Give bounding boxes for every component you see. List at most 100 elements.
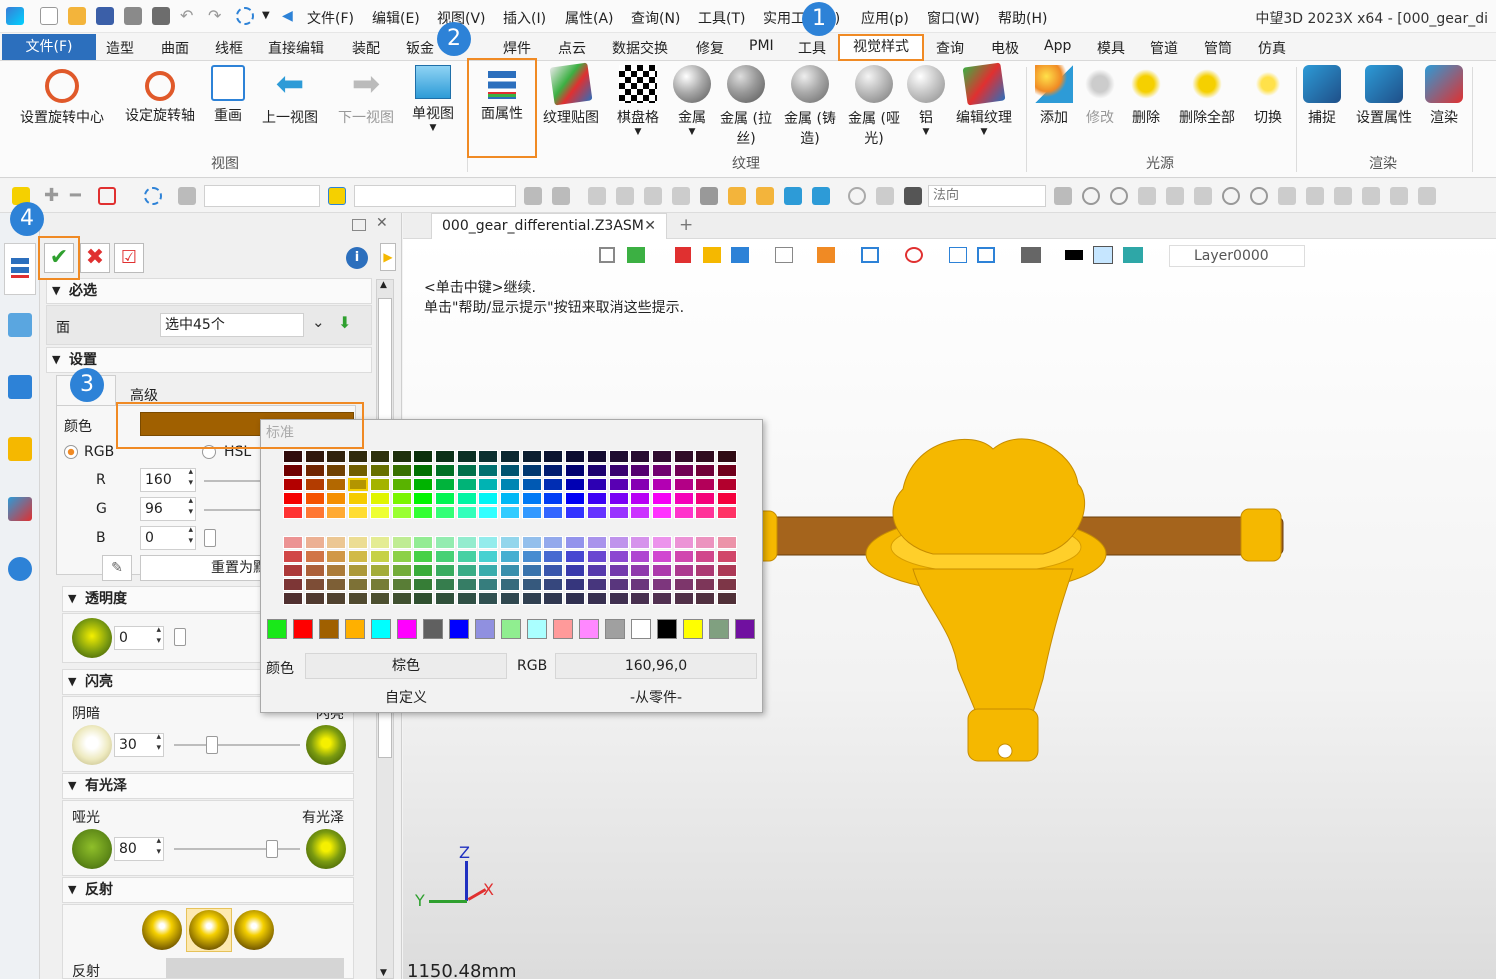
palette-swatch[interactable]	[608, 550, 629, 563]
circle-icon[interactable]	[1250, 187, 1268, 205]
palette-swatch[interactable]	[565, 492, 586, 505]
quick-color-swatch[interactable]	[579, 619, 599, 639]
texture-map-button[interactable]: 纹理贴图	[538, 62, 604, 127]
palette-swatch[interactable]	[283, 592, 303, 605]
redraw-button[interactable]: 重画	[206, 65, 250, 125]
palette-swatch[interactable]	[717, 564, 737, 577]
from-part-button[interactable]: -从零件-	[555, 686, 757, 710]
palette-swatch[interactable]	[673, 592, 694, 605]
palette-swatch[interactable]	[283, 506, 303, 519]
palette-swatch[interactable]	[608, 450, 629, 463]
palette-swatch[interactable]	[695, 564, 716, 577]
palette-swatch[interactable]	[369, 506, 390, 519]
palette-swatch[interactable]	[673, 536, 694, 549]
quick-color-swatch[interactable]	[657, 619, 677, 639]
palette-swatch[interactable]	[565, 478, 586, 491]
plus-icon[interactable]: ✚	[44, 187, 62, 205]
g-value-spinner[interactable]: 96	[140, 496, 196, 521]
palette-swatch[interactable]	[413, 564, 434, 577]
palette-swatch[interactable]	[543, 550, 564, 563]
download-arrow-icon[interactable]: ⬇	[338, 313, 351, 332]
tab-visual-style[interactable]: 视觉样式	[838, 34, 924, 61]
palette-swatch[interactable]	[304, 506, 325, 519]
palette-swatch[interactable]	[304, 492, 325, 505]
plane-icon[interactable]	[1390, 187, 1408, 205]
palette-swatch[interactable]	[413, 536, 434, 549]
r-slider-track[interactable]	[204, 480, 264, 482]
display-icon[interactable]	[1021, 247, 1041, 263]
palette-swatch[interactable]	[651, 450, 672, 463]
palette-swatch[interactable]	[651, 506, 672, 519]
set-rotation-axis-button[interactable]: 设定旋转轴	[118, 65, 202, 125]
redo-icon[interactable]: ↷	[208, 7, 226, 25]
palette-swatch[interactable]	[630, 450, 651, 463]
set-rotation-center-button[interactable]: 设置旋转中心	[14, 65, 110, 127]
palette-swatch[interactable]	[717, 478, 737, 491]
tab-repair[interactable]: 修复	[696, 38, 724, 58]
palette-swatch[interactable]	[304, 550, 325, 563]
render-settings-button[interactable]: 设置属性	[1352, 65, 1416, 127]
palette-swatch[interactable]	[478, 536, 499, 549]
reflect-section-header[interactable]: 反射	[62, 877, 354, 903]
palette-swatch[interactable]	[521, 592, 542, 605]
slash-icon[interactable]	[1362, 187, 1380, 205]
shine-value-spinner[interactable]: 30	[114, 732, 164, 757]
palette-swatch[interactable]	[500, 492, 520, 505]
assembly-tree-icon[interactable]	[8, 313, 32, 337]
palette-swatch[interactable]	[456, 592, 477, 605]
add-light-button[interactable]: 添加	[1034, 65, 1074, 127]
palette-swatch[interactable]	[434, 550, 455, 563]
gear-icon[interactable]	[1082, 187, 1100, 205]
palette-swatch[interactable]	[500, 450, 520, 463]
palette-swatch[interactable]	[565, 592, 586, 605]
reflect-value-bar[interactable]	[166, 958, 344, 978]
tab-query[interactable]: 查询	[936, 38, 964, 58]
menu-insert[interactable]: 插入(I)	[503, 8, 546, 28]
quick-color-swatch[interactable]	[449, 619, 469, 639]
palette-swatch[interactable]	[369, 492, 390, 505]
quick-color-swatch[interactable]	[527, 619, 547, 639]
palette-swatch[interactable]	[695, 592, 716, 605]
palette-swatch[interactable]	[434, 464, 455, 477]
gloss-slider-track[interactable]	[174, 848, 300, 850]
metal-button[interactable]: 金属 ▼	[670, 65, 714, 137]
structure-tree-icon[interactable]	[8, 375, 32, 399]
palette-swatch[interactable]	[565, 464, 586, 477]
zoom-fit-icon[interactable]	[861, 247, 879, 263]
normal-icon[interactable]	[876, 187, 894, 205]
distribute-icon[interactable]	[672, 187, 690, 205]
quick-color-swatch[interactable]	[501, 619, 521, 639]
palette-swatch[interactable]	[391, 506, 412, 519]
palette-swatch[interactable]	[673, 506, 694, 519]
palette-swatch[interactable]	[500, 506, 520, 519]
close-tab-icon[interactable]: ✕	[644, 214, 656, 239]
menu-apps[interactable]: 应用(p)	[861, 8, 909, 28]
tab-modeling[interactable]: 造型	[106, 38, 134, 58]
shine-slider-track[interactable]	[174, 744, 300, 746]
palette-swatch[interactable]	[630, 564, 651, 577]
palette-swatch[interactable]	[369, 578, 390, 591]
palette-swatch[interactable]	[434, 592, 455, 605]
rgb-radio[interactable]	[64, 445, 78, 459]
palette-swatch[interactable]	[391, 492, 412, 505]
palette-swatch[interactable]	[543, 492, 564, 505]
palette-swatch[interactable]	[478, 550, 499, 563]
palette-swatch[interactable]	[565, 564, 586, 577]
palette-swatch[interactable]	[456, 550, 477, 563]
palette-swatch[interactable]	[391, 478, 412, 491]
palette-swatch[interactable]	[413, 592, 434, 605]
tab-point-cloud[interactable]: 点云	[558, 38, 586, 58]
palette-swatch[interactable]	[348, 592, 369, 605]
palette-swatch[interactable]	[304, 592, 325, 605]
align-center-icon[interactable]	[616, 187, 634, 205]
palette-swatch[interactable]	[391, 564, 412, 577]
open-folder-icon[interactable]	[68, 7, 86, 25]
palette-swatch[interactable]	[565, 550, 586, 563]
palette-swatch[interactable]	[543, 464, 564, 477]
palette-swatch[interactable]	[326, 450, 347, 463]
palette-swatch[interactable]	[586, 564, 607, 577]
minus-icon[interactable]: ━	[70, 187, 88, 205]
blue-cube-icon[interactable]	[731, 247, 749, 263]
palette-swatch[interactable]	[500, 592, 520, 605]
palette-swatch[interactable]	[586, 578, 607, 591]
